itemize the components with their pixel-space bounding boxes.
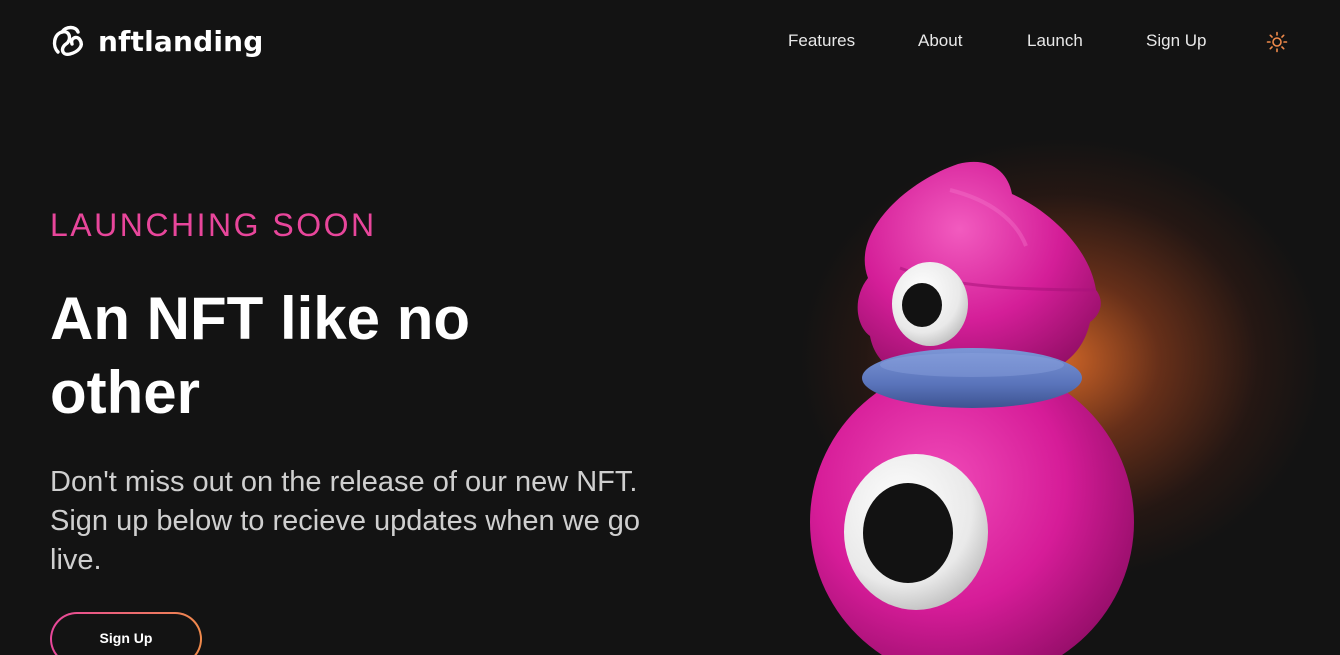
nav-features[interactable]: Features	[788, 31, 855, 51]
nav-about[interactable]: About	[918, 31, 962, 51]
head-pupil	[902, 283, 942, 327]
hero-subtext: Don't miss out on the release of our new…	[50, 466, 641, 576]
main-nav: Features About Launch Sign Up	[0, 31, 1340, 55]
nav-launch[interactable]: Launch	[1027, 31, 1083, 51]
site-header: nftlanding Features About Launch Sign Up	[0, 0, 1340, 84]
landing-page: nftlanding Features About Launch Sign Up	[0, 0, 1340, 655]
hero-headline: An NFT like no other	[50, 285, 470, 426]
sign-up-button[interactable]: Sign Up	[50, 612, 202, 655]
sun-icon	[1266, 31, 1288, 53]
theme-toggle-button[interactable]	[1266, 31, 1288, 53]
nav-sign-up[interactable]: Sign Up	[1146, 31, 1206, 51]
body-pupil	[863, 483, 953, 583]
pink-one-eyed-character-illustration	[810, 161, 1134, 655]
launch-eyebrow: LAUNCHING SOON	[50, 207, 377, 243]
sign-up-button-label: Sign Up	[52, 614, 200, 655]
